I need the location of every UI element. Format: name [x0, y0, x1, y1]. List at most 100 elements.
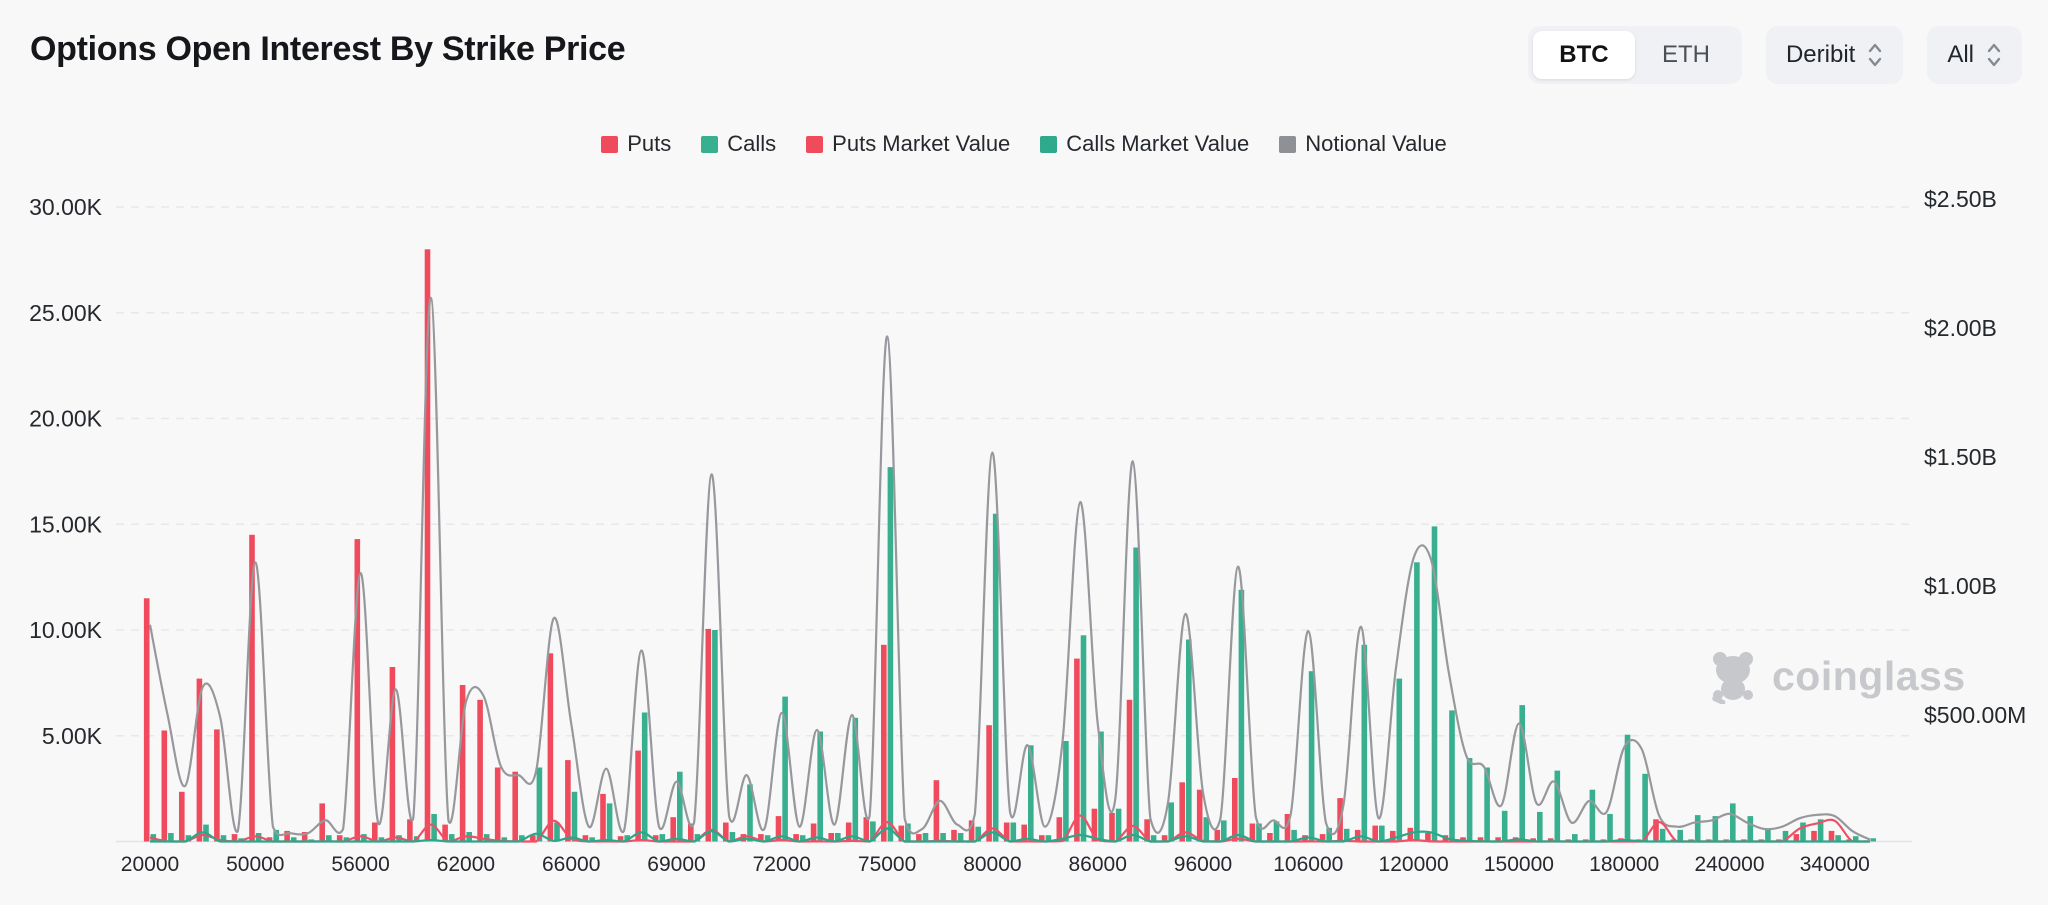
call-bar [1379, 826, 1385, 842]
call-bar [1695, 815, 1701, 841]
put-bar [144, 598, 150, 841]
call-bar [1730, 803, 1736, 841]
put-bar [934, 780, 940, 841]
call-bar [607, 803, 613, 841]
call-bar [1168, 802, 1174, 841]
put-bar [864, 817, 870, 841]
svg-text:240000: 240000 [1694, 853, 1764, 876]
call-bar [1572, 834, 1578, 841]
svg-text:20.00K: 20.00K [29, 406, 103, 432]
put-bar [179, 792, 185, 842]
call-bar [1309, 671, 1315, 841]
options-open-interest-page: Options Open Interest By Strike Price BT… [0, 0, 2048, 905]
svg-text:96000: 96000 [1174, 853, 1232, 876]
svg-text:120000: 120000 [1379, 853, 1449, 876]
svg-text:$1.00B: $1.00B [1924, 573, 1997, 599]
call-bar [1555, 771, 1561, 842]
put-bar [1794, 834, 1800, 841]
svg-text:75000: 75000 [858, 853, 916, 876]
put-bar [162, 731, 168, 842]
call-bar [537, 768, 543, 842]
put-bar [1109, 813, 1115, 842]
put-bar [477, 700, 483, 842]
put-bar [1811, 831, 1817, 842]
calls-bars[interactable] [151, 467, 1877, 841]
put-bar [881, 645, 887, 842]
svg-text:106000: 106000 [1273, 853, 1343, 876]
svg-text:$1.50B: $1.50B [1924, 444, 1997, 470]
call-bar [1133, 548, 1139, 842]
call-bar [1186, 640, 1192, 842]
put-bar [706, 629, 712, 842]
put-bar [1829, 831, 1835, 842]
put-bar [565, 760, 571, 841]
call-bar [958, 833, 964, 842]
call-bar [712, 630, 718, 842]
svg-text:180000: 180000 [1589, 853, 1659, 876]
call-bar [993, 514, 999, 842]
put-bar [1074, 659, 1080, 842]
put-bar [1057, 817, 1063, 841]
x-axis-labels: 20000 50000 56000 62000 66000 69000 72000 75000… [121, 853, 1870, 876]
put-bar [1197, 790, 1203, 842]
svg-text:66000: 66000 [542, 853, 600, 876]
call-bar [1081, 635, 1087, 841]
svg-text:$2.50B: $2.50B [1924, 186, 1997, 212]
svg-text:25.00K: 25.00K [29, 300, 103, 326]
call-bar [1870, 838, 1876, 841]
svg-text:340000: 340000 [1800, 853, 1870, 876]
put-bar [1232, 778, 1238, 842]
call-bar [1642, 774, 1648, 842]
svg-text:15.00K: 15.00K [29, 511, 103, 537]
svg-text:$500.00M: $500.00M [1924, 702, 2026, 728]
svg-text:150000: 150000 [1484, 853, 1554, 876]
call-bar [1221, 820, 1227, 841]
svg-text:50000: 50000 [226, 853, 284, 876]
y-axis-left-labels: 30.00K25.00K20.00K15.00K10.00K5.00K [29, 194, 103, 749]
call-bar [168, 833, 174, 842]
put-bar [495, 768, 501, 842]
svg-text:86000: 86000 [1068, 853, 1126, 876]
call-bar [1660, 829, 1666, 842]
call-bar [1011, 823, 1017, 842]
call-bar [1063, 741, 1069, 842]
put-bar [214, 729, 220, 841]
svg-text:56000: 56000 [331, 853, 389, 876]
put-bar [512, 772, 518, 842]
call-bar [888, 467, 894, 841]
call-bar [1467, 758, 1473, 842]
svg-text:69000: 69000 [647, 853, 705, 876]
svg-text:80000: 80000 [963, 853, 1021, 876]
put-bar [407, 819, 413, 841]
call-bar [1677, 830, 1683, 842]
put-bar [600, 794, 606, 842]
call-bar [1765, 829, 1771, 842]
call-bar [1537, 812, 1543, 842]
call-bar [1607, 814, 1613, 842]
notional-value-line[interactable] [150, 298, 1870, 840]
svg-text:62000: 62000 [437, 853, 495, 876]
call-bar [1414, 562, 1420, 841]
svg-text:10.00K: 10.00K [29, 617, 103, 643]
call-bar [1748, 816, 1754, 841]
call-bar [1449, 710, 1455, 841]
svg-text:5.00K: 5.00K [42, 723, 103, 749]
put-bar [916, 834, 922, 841]
put-bar [986, 725, 992, 841]
put-bar [846, 823, 852, 842]
call-bar [1397, 679, 1403, 842]
svg-text:20000: 20000 [121, 853, 179, 876]
y-axis-right-labels: $2.50B $2.00B $1.50B $1.00B $500.00M [1924, 186, 2026, 728]
options-open-interest-chart[interactable]: 30.00K25.00K20.00K15.00K10.00K5.00K$2.50… [0, 0, 2048, 905]
put-bar [635, 751, 641, 842]
call-bar [1502, 811, 1508, 842]
put-bar [1215, 830, 1221, 842]
call-bar [572, 792, 578, 842]
put-bar [1127, 700, 1133, 842]
gridlines [116, 207, 1912, 842]
svg-text:$2.00B: $2.00B [1924, 315, 1997, 341]
put-bar [951, 830, 957, 842]
put-bar [1267, 833, 1273, 842]
svg-text:72000: 72000 [753, 853, 811, 876]
put-bar [372, 823, 378, 842]
